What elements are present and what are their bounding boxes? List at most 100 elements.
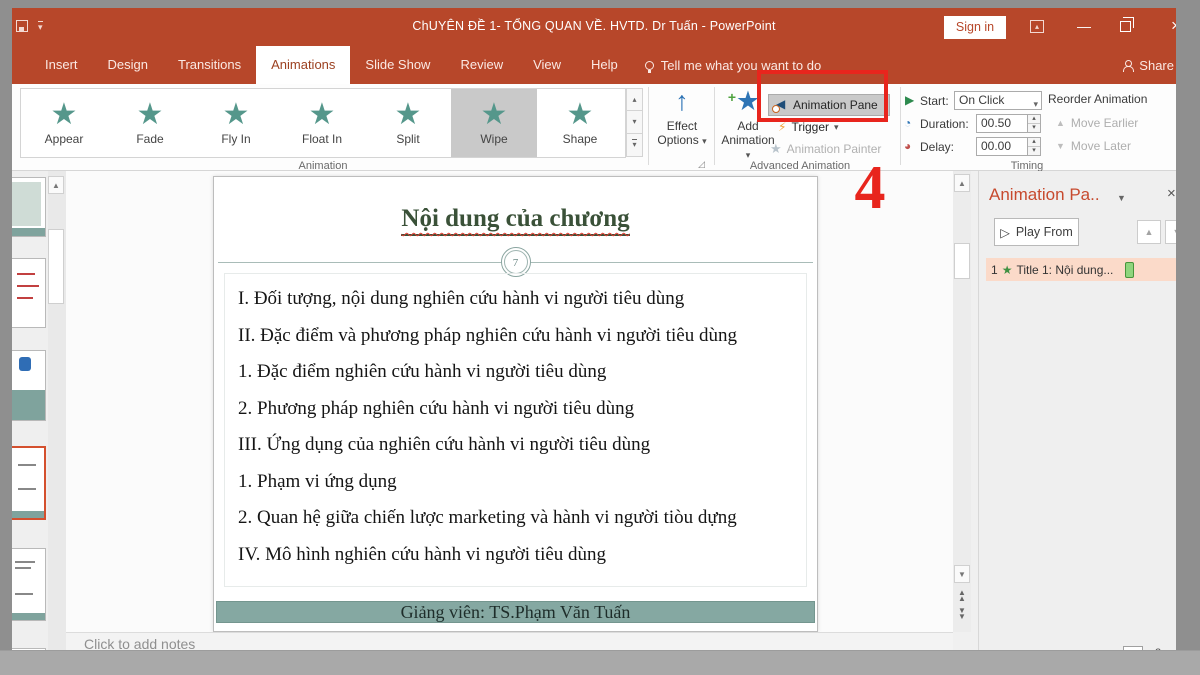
person-icon bbox=[1122, 60, 1133, 71]
slide-canvas[interactable]: Nội dung của chương 7 I. Đối tượng, nội … bbox=[213, 176, 818, 632]
start-dropdown[interactable]: On Click ▾ bbox=[954, 91, 1042, 110]
move-earlier-button[interactable]: ▲ Move Earlier bbox=[1056, 116, 1138, 130]
animation-painter-button[interactable]: ★ Animation Painter bbox=[770, 141, 881, 157]
thumbnail-scroll-thumb[interactable] bbox=[48, 229, 64, 304]
slide-body-text[interactable]: I. Đối tượng, nội dung nghiên cứu hành v… bbox=[238, 281, 809, 573]
slide-thumbnail-selected[interactable] bbox=[12, 446, 46, 520]
animation-shape[interactable]: ★ Shape bbox=[537, 89, 623, 157]
animation-gallery: ★ Appear ★ Fade ★ Fly In ★ Float In ★ Sp… bbox=[20, 88, 626, 158]
tab-transitions[interactable]: Transitions bbox=[163, 46, 256, 84]
powerpoint-window: ▾ ChUYÊN ĐỀ 1- TỔNG QUAN VỀ. HVTD. Dr Tu… bbox=[12, 8, 1176, 650]
slide-scrollbar[interactable]: ▲ ▼ ▲▲ ▼▼ bbox=[953, 171, 971, 632]
shape-star-icon: ★ bbox=[567, 100, 594, 130]
close-button[interactable]: × bbox=[1166, 16, 1176, 36]
animation-pane-panel: Animation Pa.. ▼ × ▷ Play From ▲ ▼ 1 ★ T… bbox=[978, 171, 1176, 650]
next-slide-icon[interactable]: ▼▼ bbox=[954, 608, 970, 620]
slide-title: Nội dung của chương bbox=[401, 205, 629, 236]
animation-appear[interactable]: ★ Appear bbox=[21, 89, 107, 157]
fly-in-star-icon: ★ bbox=[223, 100, 250, 130]
restore-button[interactable] bbox=[1120, 21, 1131, 32]
tab-design[interactable]: Design bbox=[93, 46, 163, 84]
tell-me-label: Tell me what you want to do bbox=[661, 58, 821, 73]
thumbnail-scroll-up-icon[interactable]: ▲ bbox=[48, 176, 64, 194]
duration-label: Duration: bbox=[920, 117, 969, 131]
delay-input[interactable]: 00.00 bbox=[976, 137, 1028, 156]
animation-pane-button[interactable]: ◀ Animation Pane bbox=[768, 94, 890, 116]
delay-spinner[interactable]: ▴▾ bbox=[1028, 137, 1041, 156]
pane-close-icon[interactable]: × bbox=[1167, 185, 1176, 202]
share-button[interactable]: Share bbox=[1122, 46, 1176, 84]
timeline-scale-end: 2 bbox=[1155, 647, 1161, 650]
slide-thumbnail[interactable] bbox=[12, 350, 46, 421]
tell-me-box[interactable]: Tell me what you want to do bbox=[645, 46, 821, 84]
start-play-icon: ▶ bbox=[905, 93, 914, 107]
body-line: 2. Phương pháp nghiên cứu hành vi người … bbox=[238, 391, 809, 428]
slide-edit-area: Nội dung của chương 7 I. Đối tượng, nội … bbox=[66, 171, 953, 632]
fade-star-icon: ★ bbox=[137, 100, 164, 130]
move-later-button[interactable]: ▼ Move Later bbox=[1056, 139, 1131, 153]
animation-wipe[interactable]: ★ Wipe bbox=[451, 89, 537, 157]
animation-float-in[interactable]: ★ Float In bbox=[279, 89, 365, 157]
move-earlier-icon: ▲ bbox=[1056, 118, 1065, 128]
animation-pane-title: Animation Pa.. bbox=[989, 185, 1100, 205]
scroll-down-icon[interactable]: ▼ bbox=[954, 565, 970, 583]
effect-options-arrow-icon: ↑ bbox=[652, 86, 712, 116]
animation-fly-in[interactable]: ★ Fly In bbox=[193, 89, 279, 157]
slide-footer-bar: Giảng viên: TS.Phạm Văn Tuấn bbox=[216, 601, 815, 623]
slide-thumbnail[interactable] bbox=[12, 177, 46, 237]
slide-title-block[interactable]: Nội dung của chương bbox=[214, 205, 817, 236]
tab-view[interactable]: View bbox=[518, 46, 576, 84]
screen-edge-band bbox=[0, 650, 1200, 675]
slide-thumbnail[interactable] bbox=[12, 648, 46, 650]
tab-help[interactable]: Help bbox=[576, 46, 633, 84]
body-line: II. Đặc điểm và phương pháp nghiên cứu h… bbox=[238, 318, 809, 355]
pane-move-down-button[interactable]: ▼ bbox=[1165, 220, 1176, 244]
tab-animations[interactable]: Animations bbox=[256, 46, 350, 84]
gallery-more-icon[interactable]: ▾ bbox=[626, 134, 643, 157]
slide-thumbnail[interactable] bbox=[12, 548, 46, 621]
animation-item-label: Title 1: Nội dung... bbox=[1016, 263, 1113, 277]
split-star-icon: ★ bbox=[395, 100, 422, 130]
animation-timeline-bar[interactable] bbox=[1125, 262, 1134, 278]
ribbon-display-options-icon[interactable]: ▴ bbox=[1030, 20, 1044, 33]
tab-review[interactable]: Review bbox=[445, 46, 518, 84]
animation-order-number: 1 bbox=[991, 263, 998, 277]
duration-clock-icon: ◔ bbox=[904, 116, 911, 130]
notes-area[interactable]: Click to add notes bbox=[66, 632, 953, 650]
minimize-button[interactable]: — bbox=[1074, 18, 1094, 34]
previous-slide-icon[interactable]: ▲▲ bbox=[954, 590, 970, 602]
appear-star-icon: ★ bbox=[51, 100, 78, 130]
ribbon: ★ Appear ★ Fade ★ Fly In ★ Float In ★ Sp… bbox=[12, 84, 1176, 171]
entrance-star-icon: ★ bbox=[1002, 263, 1013, 277]
float-in-star-icon: ★ bbox=[309, 100, 336, 130]
timeline-scale-start: 0 bbox=[1123, 646, 1143, 650]
animation-list-item[interactable]: 1 ★ Title 1: Nội dung... bbox=[986, 258, 1176, 281]
duration-spinner[interactable]: ▴▾ bbox=[1028, 114, 1041, 133]
sign-in-button[interactable]: Sign in bbox=[944, 16, 1006, 39]
body-line: 1. Phạm vi ứng dụng bbox=[238, 464, 809, 501]
tab-insert[interactable]: Insert bbox=[30, 46, 93, 84]
delay-pie-icon: ◕ bbox=[904, 139, 911, 153]
lightning-icon: ⚡ bbox=[778, 120, 786, 134]
animation-fade[interactable]: ★ Fade bbox=[107, 89, 193, 157]
gallery-scroll-down-icon[interactable]: ▾ bbox=[626, 111, 643, 134]
notes-placeholder: Click to add notes bbox=[84, 636, 195, 650]
pane-move-up-button[interactable]: ▲ bbox=[1137, 220, 1161, 244]
scroll-up-icon[interactable]: ▲ bbox=[954, 174, 970, 192]
slide-thumbnail[interactable] bbox=[12, 258, 46, 328]
play-from-button[interactable]: ▷ Play From bbox=[994, 218, 1079, 246]
body-line: 2. Quan hệ giữa chiến lược marketing và … bbox=[238, 500, 809, 537]
trigger-button[interactable]: ⚡ Trigger ▾ bbox=[778, 120, 839, 134]
pane-dropdown-icon[interactable]: ▼ bbox=[1117, 193, 1126, 203]
duration-input[interactable]: 00.50 bbox=[976, 114, 1028, 133]
gallery-scroll-up-icon[interactable]: ▴ bbox=[626, 88, 643, 111]
tab-slide-show[interactable]: Slide Show bbox=[350, 46, 445, 84]
seconds-dropdown[interactable]: Seconds ▾ bbox=[1019, 649, 1074, 650]
thumbnail-scrollbar[interactable]: ▲ bbox=[48, 171, 66, 650]
wipe-star-icon: ★ bbox=[481, 100, 508, 130]
animation-split[interactable]: ★ Split bbox=[365, 89, 451, 157]
scroll-thumb[interactable] bbox=[954, 243, 970, 279]
move-later-icon: ▼ bbox=[1056, 141, 1065, 151]
slide-thumbnail-panel bbox=[12, 171, 48, 650]
effect-options-button[interactable]: ↑ Effect Options ▾ bbox=[652, 86, 712, 168]
